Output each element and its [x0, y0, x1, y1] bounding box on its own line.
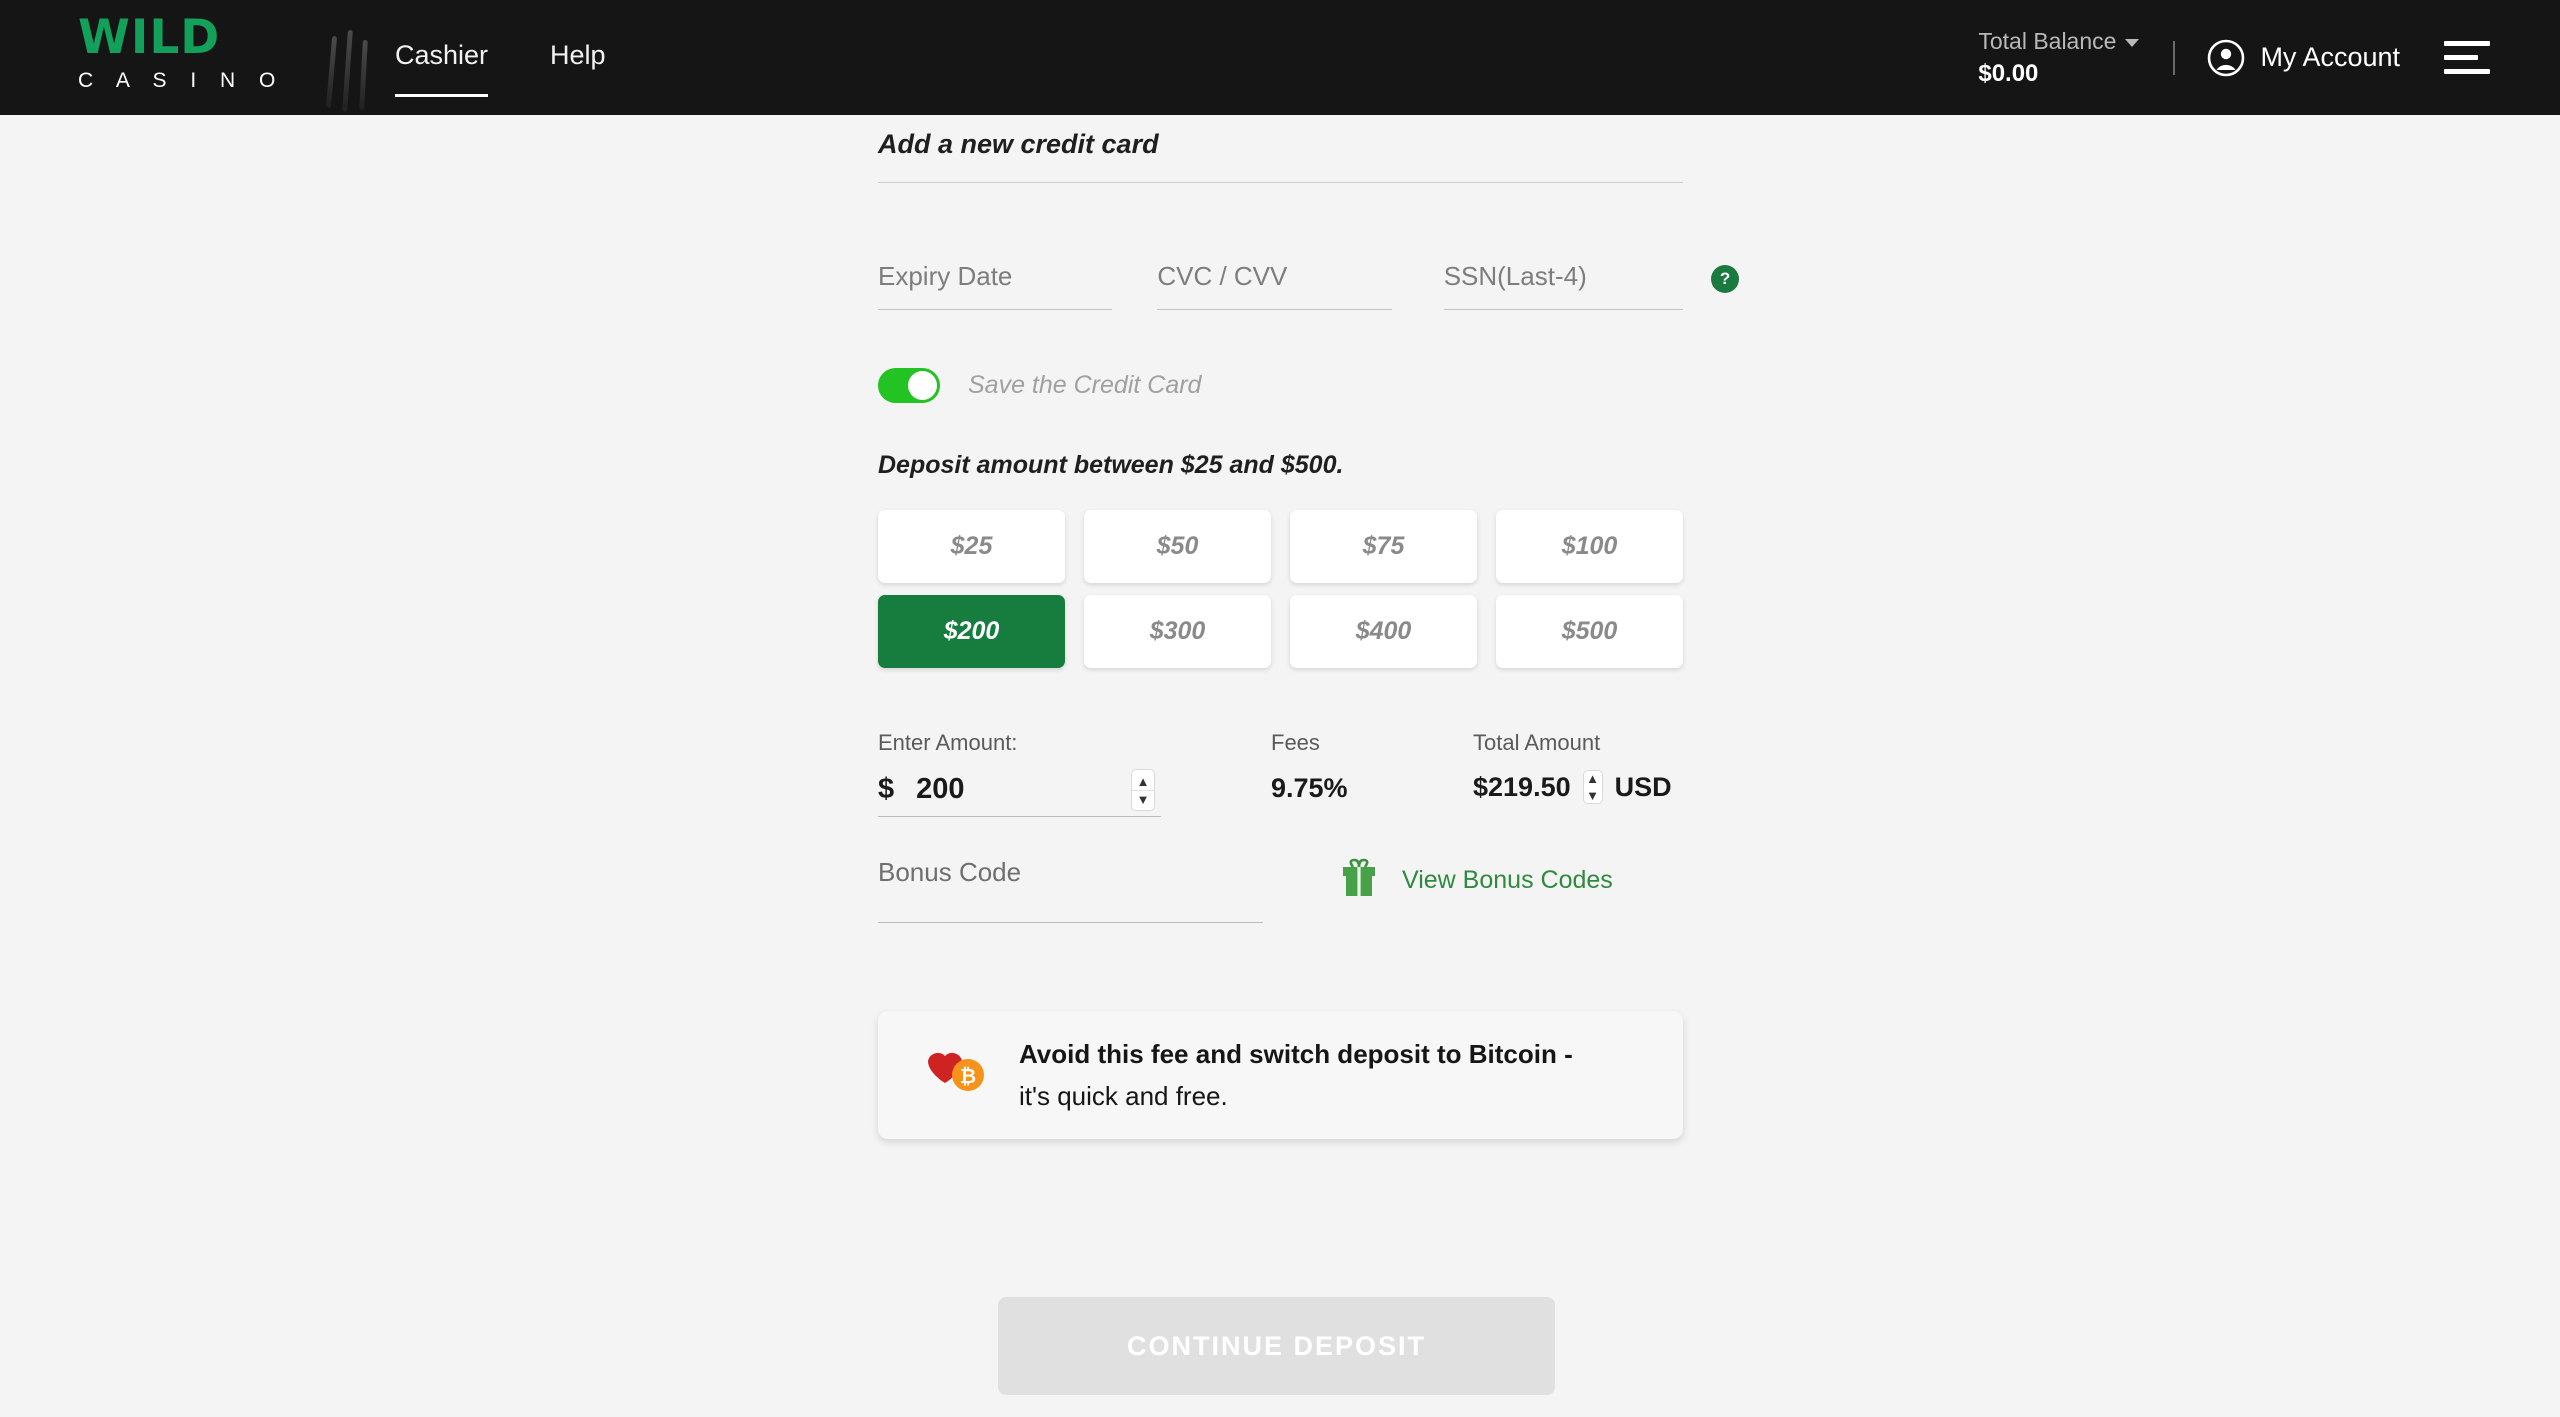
- enter-amount-field: $ ▲ ▼: [878, 769, 1161, 817]
- main-nav: Cashier Help: [395, 0, 606, 115]
- amount-summary-row: Enter Amount: $ ▲ ▼ Fees 9.75% Total Amo…: [878, 730, 1683, 817]
- cashier-page: Add a new credit card ? Save the Credit …: [0, 115, 2560, 1417]
- chevron-down-icon[interactable]: [2125, 38, 2140, 47]
- total-amount-label: Total Amount: [1473, 730, 1601, 755]
- hamburger-menu-icon[interactable]: [2444, 41, 2490, 74]
- header-divider: [2173, 40, 2176, 75]
- total-balance-label-row: Total Balance: [1978, 27, 2140, 55]
- ssn-input[interactable]: [1443, 261, 1684, 310]
- save-card-row: Save the Credit Card: [878, 368, 1683, 403]
- currency-stepper[interactable]: ▲ ▼: [1582, 770, 1603, 804]
- amount-option-100[interactable]: $100: [1496, 510, 1683, 583]
- currency-code: USD: [1614, 771, 1672, 802]
- deposit-form: Add a new credit card ? Save the Credit …: [878, 115, 1740, 1139]
- cvc-field: [1157, 261, 1392, 310]
- amount-options-grid: $25 $50 $75 $100 $200 $300 $400 $500: [878, 510, 1683, 668]
- bitcoin-promo-banner[interactable]: ₿ Avoid this fee and switch deposit to B…: [878, 1011, 1683, 1139]
- total-column: Total Amount $219.50 ▲ ▼ USD: [1473, 730, 1672, 804]
- amount-option-75[interactable]: $75: [1290, 510, 1477, 583]
- amount-option-25[interactable]: $25: [878, 510, 1065, 583]
- ssn-field: ?: [1443, 261, 1740, 310]
- gift-icon: [1338, 857, 1380, 904]
- view-bonus-codes-link[interactable]: View Bonus Codes: [1338, 857, 1613, 904]
- card-fields-row: ?: [878, 261, 1740, 310]
- site-header: WILD C A S I N O Cashier Help Total Bala…: [0, 0, 2560, 115]
- ssn-help-icon[interactable]: ?: [1711, 265, 1740, 293]
- enter-amount-label: Enter Amount:: [878, 730, 1018, 755]
- amount-option-500[interactable]: $500: [1496, 595, 1683, 668]
- expiry-input[interactable]: [878, 261, 1113, 310]
- bitcoin-promo-line2: it's quick and free.: [1019, 1080, 1228, 1111]
- continue-deposit-button[interactable]: CONTINUE DEPOSIT: [998, 1297, 1555, 1395]
- currency-stepper-up-icon[interactable]: ▲: [1586, 770, 1599, 787]
- currency-stepper-down-icon[interactable]: ▼: [1586, 787, 1599, 804]
- expiry-field: [878, 261, 1113, 310]
- my-account-button[interactable]: My Account: [2207, 39, 2400, 77]
- amount-option-300[interactable]: $300: [1084, 595, 1271, 668]
- total-balance-label: Total Balance: [1978, 27, 2117, 54]
- total-balance-value: $0.00: [1978, 59, 2039, 87]
- stepper-up-icon[interactable]: ▲: [1137, 773, 1150, 790]
- header-right-group: Total Balance $0.00 My Account: [1978, 0, 2490, 115]
- save-card-toggle[interactable]: [878, 368, 940, 403]
- amount-option-200[interactable]: $200: [878, 595, 1065, 668]
- enter-amount-column: Enter Amount: $ ▲ ▼: [878, 730, 1271, 817]
- bonus-code-field: [878, 857, 1263, 923]
- deposit-range-note: Deposit amount between $25 and $500.: [878, 451, 1344, 479]
- amount-option-50[interactable]: $50: [1084, 510, 1271, 583]
- fees-label: Fees: [1271, 730, 1320, 755]
- my-account-label: My Account: [2260, 42, 2400, 72]
- view-bonus-codes-label: View Bonus Codes: [1402, 866, 1613, 894]
- claw-marks-icon: [323, 29, 383, 113]
- section-divider: [878, 182, 1683, 183]
- total-amount-value: $219.50: [1473, 771, 1571, 802]
- amount-stepper[interactable]: ▲ ▼: [1131, 769, 1155, 811]
- bonus-code-row: View Bonus Codes: [878, 857, 1683, 923]
- total-balance[interactable]: Total Balance $0.00: [1978, 27, 2140, 88]
- amount-option-400[interactable]: $400: [1290, 595, 1477, 668]
- cvc-input[interactable]: [1157, 261, 1392, 310]
- avatar-icon: [2207, 39, 2245, 77]
- bitcoin-promo-line1: Avoid this fee and switch deposit to Bit…: [1019, 1038, 1573, 1069]
- save-card-label: Save the Credit Card: [968, 371, 1202, 399]
- fees-value: 9.75%: [1271, 773, 1348, 803]
- bitcoin-promo-text: Avoid this fee and switch deposit to Bit…: [1019, 1039, 1573, 1112]
- fees-column: Fees 9.75%: [1271, 730, 1473, 804]
- toggle-knob: [908, 371, 937, 400]
- total-amount-line: $219.50 ▲ ▼ USD: [1473, 770, 1672, 804]
- bitcoin-promo-icons: ₿: [916, 1047, 994, 1103]
- nav-item-help[interactable]: Help: [550, 40, 606, 75]
- nav-item-cashier[interactable]: Cashier: [395, 40, 489, 97]
- amount-input[interactable]: [916, 773, 1087, 806]
- svg-text:₿: ₿: [960, 1064, 976, 1088]
- logo[interactable]: WILD C A S I N O: [78, 14, 378, 113]
- currency-symbol: $: [878, 773, 895, 805]
- bonus-code-input[interactable]: [878, 857, 1263, 923]
- section-title: Add a new credit card: [878, 129, 1159, 159]
- stepper-down-icon[interactable]: ▼: [1137, 791, 1150, 808]
